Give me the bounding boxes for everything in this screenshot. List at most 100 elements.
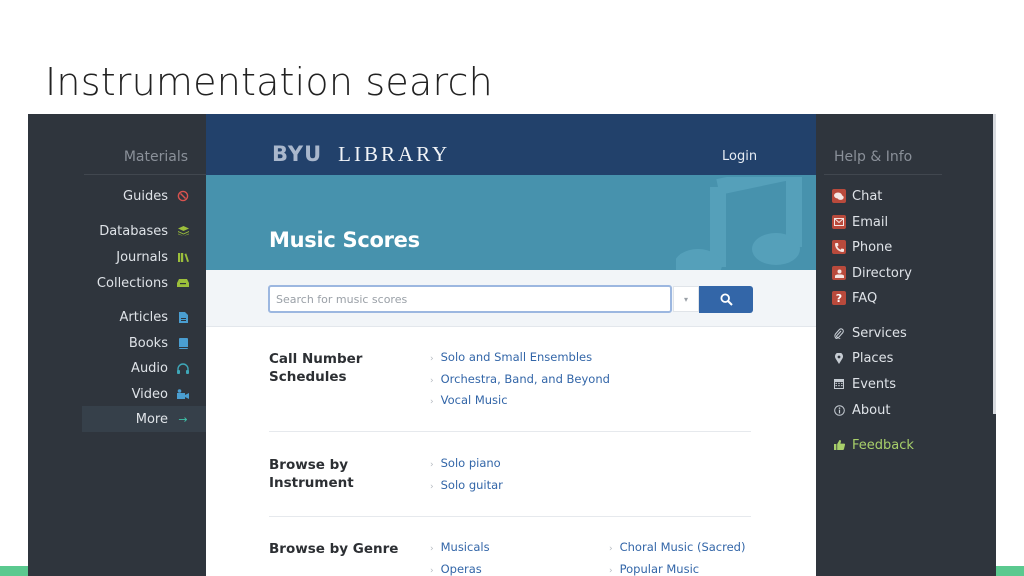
- book-icon: [177, 337, 189, 349]
- accent-bar-right: [996, 566, 1024, 576]
- link-solo-guitar[interactable]: › Solo guitar: [430, 478, 503, 500]
- section-divider: [269, 431, 751, 432]
- sidebar-item-video[interactable]: Video: [82, 381, 206, 407]
- sidebar-item-label: Video: [131, 386, 168, 402]
- compass-icon: [177, 190, 189, 202]
- chevron-right-icon: ›: [430, 460, 434, 470]
- help-item-about[interactable]: About: [832, 399, 890, 421]
- slide-title: Instrumentation search: [45, 60, 493, 104]
- sidebar-item-books[interactable]: Books: [82, 330, 206, 356]
- section-links: › Musicals › Operas: [430, 540, 490, 576]
- help-item-feedback[interactable]: Feedback: [832, 434, 914, 456]
- link-text: Vocal Music: [440, 393, 508, 407]
- document-icon: [177, 311, 189, 323]
- section-label: Browse by Instrument: [269, 457, 354, 491]
- help-item-label: About: [852, 402, 891, 418]
- logo-library: LIBRARY: [338, 142, 451, 166]
- main-page: BYU LIBRARY Login Music Scores ▾: [206, 114, 816, 576]
- video-camera-icon: [177, 388, 189, 400]
- help-item-label: Directory: [852, 265, 912, 281]
- accent-bar-left: [0, 566, 28, 576]
- arrow-right-icon: →: [178, 412, 188, 426]
- link-operas[interactable]: › Operas: [430, 562, 490, 576]
- link-solo-piano[interactable]: › Solo piano: [430, 456, 503, 478]
- sidebar-item-databases[interactable]: Databases: [82, 218, 206, 244]
- materials-divider: [84, 174, 206, 175]
- chevron-down-icon: ▾: [683, 294, 688, 304]
- link-solo-small-ensembles[interactable]: › Solo and Small Ensembles: [430, 350, 610, 372]
- chevron-right-icon: ›: [430, 397, 434, 407]
- chevron-right-icon: ›: [430, 565, 434, 576]
- help-item-label: Places: [852, 350, 894, 366]
- sidebar-item-audio[interactable]: Audio: [82, 355, 206, 381]
- chevron-right-icon: ›: [609, 565, 613, 576]
- page-title: Music Scores: [269, 228, 420, 252]
- music-note-icon: [676, 177, 802, 270]
- help-item-places[interactable]: Places: [832, 347, 893, 369]
- link-choral-music-sacred[interactable]: › Choral Music (Sacred): [609, 540, 745, 562]
- sidebar-item-more[interactable]: More →: [82, 406, 206, 432]
- link-text: Operas: [440, 561, 482, 576]
- link-text: Choral Music (Sacred): [619, 540, 746, 554]
- help-item-label: FAQ: [852, 290, 878, 306]
- paperclip-icon: [832, 326, 846, 340]
- chevron-right-icon: ›: [430, 544, 434, 554]
- headphones-icon: [177, 362, 189, 374]
- search-bar: ▾: [206, 270, 816, 327]
- scrollbar[interactable]: [993, 114, 996, 414]
- help-item-label: Chat: [852, 188, 883, 204]
- info-icon: [832, 403, 846, 417]
- sidebar-item-label: Articles: [119, 309, 168, 325]
- link-orchestra-band-beyond[interactable]: › Orchestra, Band, and Beyond: [430, 372, 610, 394]
- sidebar-item-label: Books: [128, 335, 168, 351]
- books-icon: [177, 251, 189, 263]
- help-item-faq[interactable]: ? FAQ: [832, 287, 877, 309]
- person-directory-icon: [832, 266, 846, 280]
- link-text: Solo and Small Ensembles: [440, 350, 593, 364]
- link-text: Solo guitar: [440, 477, 503, 492]
- section-divider: [269, 516, 751, 517]
- materials-heading: Materials: [123, 149, 188, 165]
- search-input[interactable]: [268, 285, 672, 313]
- materials-sidebar: Materials Guides Databases Journals Coll…: [28, 114, 206, 576]
- sidebar-item-articles[interactable]: Articles: [82, 304, 206, 330]
- link-musicals[interactable]: › Musicals: [430, 540, 490, 562]
- help-info-heading: Help & Info: [834, 149, 913, 165]
- sidebar-item-journals[interactable]: Journals: [82, 244, 206, 270]
- link-text: Solo piano: [440, 456, 501, 470]
- phone-icon: [832, 240, 846, 254]
- help-item-services[interactable]: Services: [832, 322, 907, 344]
- help-item-phone[interactable]: Phone: [832, 236, 892, 258]
- sidebar-item-label: More: [135, 411, 168, 427]
- envelope-icon: [832, 215, 846, 229]
- sidebar-item-guides[interactable]: Guides: [82, 183, 206, 209]
- search-scope-dropdown[interactable]: ▾: [673, 286, 699, 312]
- link-text: Popular Music: [619, 561, 700, 576]
- drawer-icon: [177, 277, 189, 289]
- sidebar-item-label: Databases: [99, 223, 168, 239]
- layers-icon: [177, 225, 189, 237]
- search-button[interactable]: [699, 286, 753, 313]
- chat-bubbles-icon: [832, 189, 846, 203]
- byu-library-logo[interactable]: BYU LIBRARY: [272, 142, 450, 167]
- help-item-email[interactable]: Email: [832, 211, 888, 233]
- question-icon: ?: [832, 291, 846, 305]
- help-item-label: Services: [852, 325, 907, 341]
- help-item-chat[interactable]: Chat: [832, 185, 882, 207]
- section-links: › Solo and Small Ensembles › Orchestra, Ba…: [430, 350, 610, 415]
- hero-banner: Music Scores: [206, 175, 816, 270]
- logo-byu: BYU: [272, 142, 323, 166]
- section-label: Browse by Genre: [269, 541, 399, 557]
- help-item-label: Feedback: [852, 437, 914, 453]
- help-item-directory[interactable]: Directory: [832, 262, 912, 284]
- link-popular-music[interactable]: › Popular Music: [609, 562, 745, 576]
- thumbs-up-icon: [832, 438, 846, 452]
- help-item-events[interactable]: Events: [832, 373, 896, 395]
- login-link[interactable]: Login: [722, 149, 757, 164]
- sidebar-item-collections[interactable]: Collections: [82, 270, 206, 296]
- link-vocal-music[interactable]: › Vocal Music: [430, 393, 610, 415]
- sidebar-item-label: Journals: [116, 249, 168, 265]
- chevron-right-icon: ›: [430, 481, 434, 492]
- browser-screenshot: Materials Guides Databases Journals Coll…: [28, 114, 996, 576]
- sidebar-item-label: Collections: [96, 275, 168, 291]
